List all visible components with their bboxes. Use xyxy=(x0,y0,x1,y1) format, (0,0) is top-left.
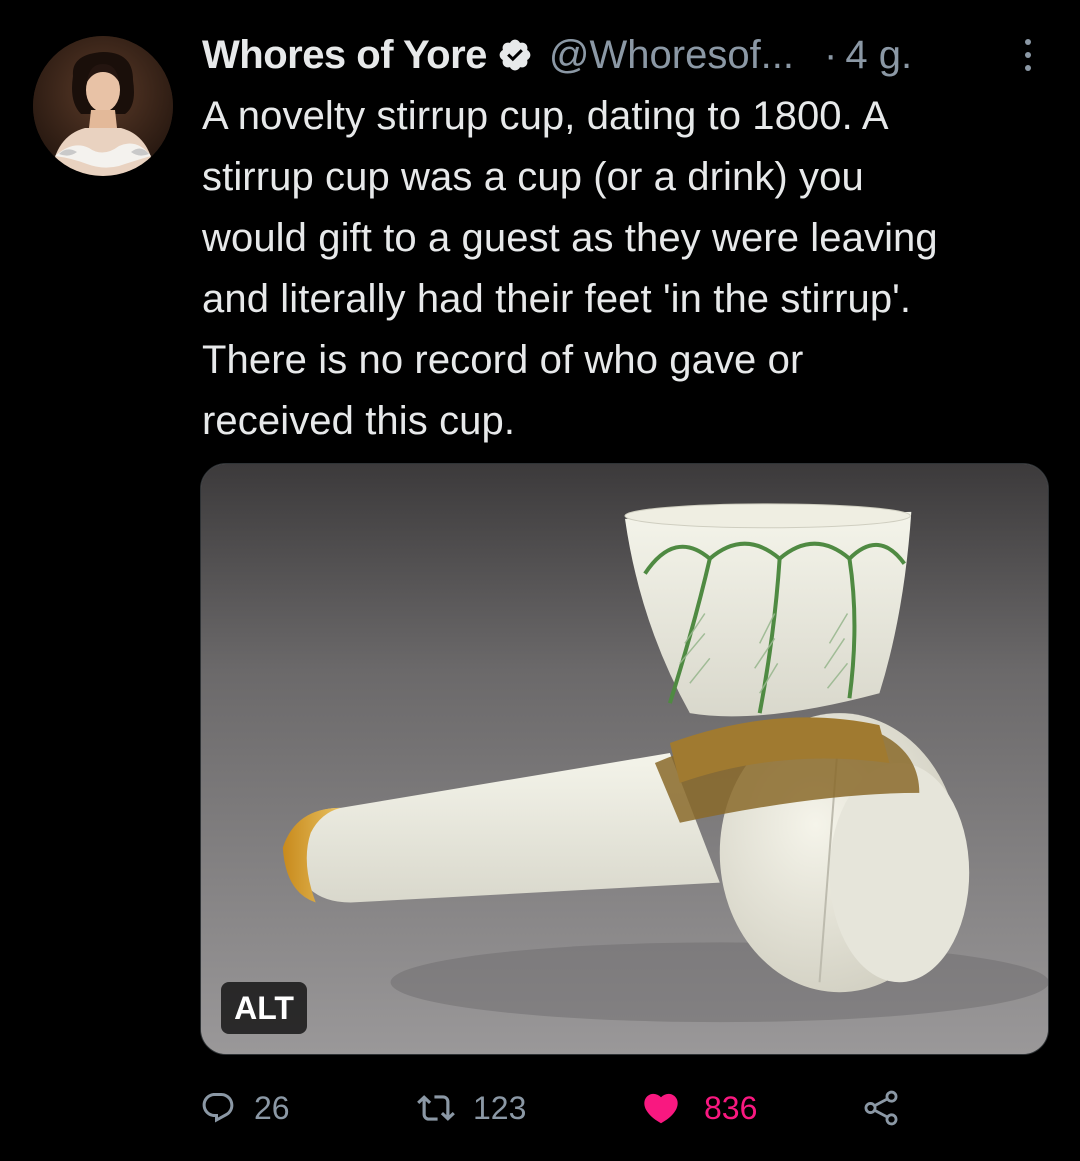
alt-text-badge[interactable]: ALT xyxy=(221,982,307,1034)
reply-icon xyxy=(202,1093,234,1123)
share-icon xyxy=(864,1090,898,1126)
verified-badge-icon xyxy=(499,39,531,71)
share-button[interactable] xyxy=(860,1080,902,1136)
action-bar: 26 123 836 xyxy=(200,1080,1060,1136)
handle[interactable]: @Whoresof... xyxy=(549,30,794,80)
retweet-button[interactable]: 123 xyxy=(417,1080,526,1136)
tweet-media-image[interactable] xyxy=(200,463,1049,1055)
stirrup-cup-photo xyxy=(201,464,1048,1054)
like-button[interactable]: 836 xyxy=(640,1080,757,1136)
avatar[interactable] xyxy=(33,36,173,176)
more-options-icon[interactable] xyxy=(1008,33,1048,77)
separator-dot: · xyxy=(824,33,838,77)
retweet-icon xyxy=(417,1095,455,1121)
heart-icon xyxy=(644,1093,678,1124)
tweet-header: Whores of Yore @Whoresof... · 4 g. xyxy=(202,30,1050,80)
display-name[interactable]: Whores of Yore xyxy=(202,30,487,80)
tweet: Whores of Yore @Whoresof... · 4 g. A nov… xyxy=(0,0,1080,1161)
timestamp[interactable]: 4 g. xyxy=(845,30,912,80)
like-count: 836 xyxy=(704,1089,758,1126)
tweet-text: A novelty stirrup cup, dating to 1800. A… xyxy=(202,94,938,443)
avatar-portrait-image xyxy=(33,36,173,176)
reply-button[interactable]: 26 xyxy=(200,1080,290,1136)
reply-count: 26 xyxy=(254,1089,290,1126)
retweet-count: 123 xyxy=(473,1089,527,1126)
